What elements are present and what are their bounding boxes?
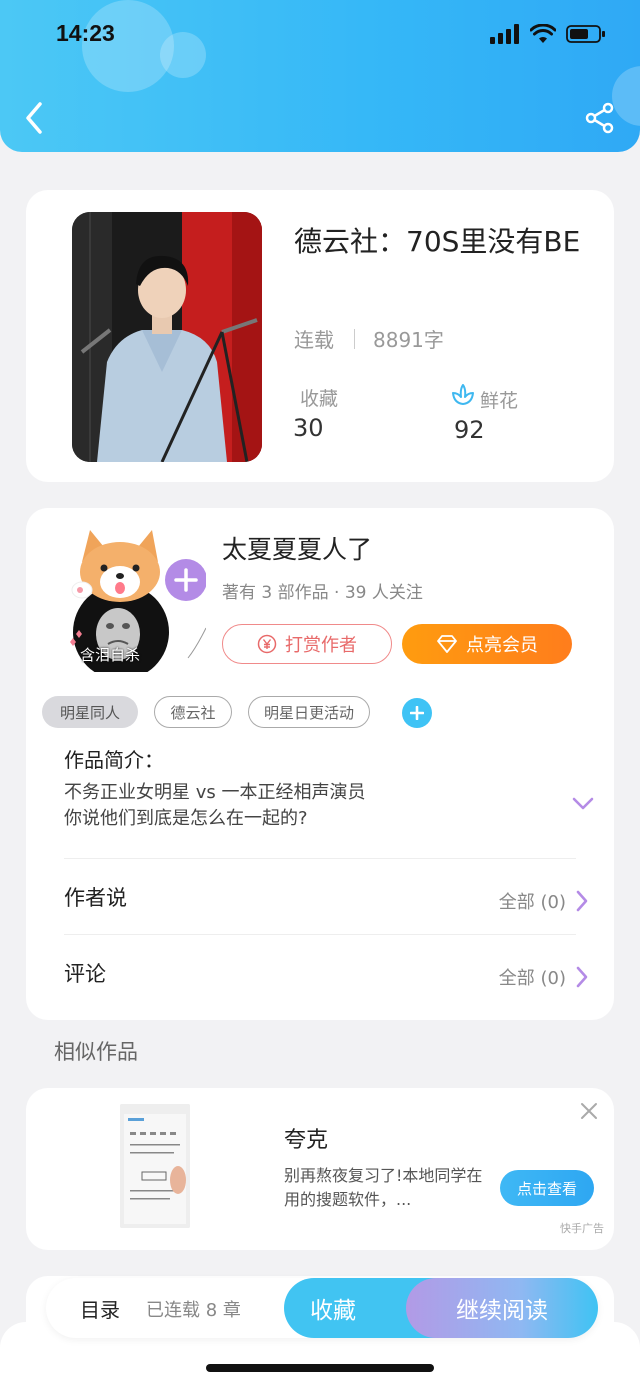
divider [64, 934, 576, 935]
book-status: 连载 [294, 328, 334, 352]
comments-label[interactable]: 评论 [64, 958, 106, 988]
header-bubble [160, 32, 206, 78]
wifi-icon [530, 24, 556, 43]
author-info: 著有 3 部作品 · 39 人关注 [222, 583, 423, 603]
status-icons [490, 24, 606, 44]
tag-chip[interactable]: 德云社 [154, 696, 232, 728]
tag-chip[interactable]: 明星日更活动 [248, 696, 370, 728]
comments-link[interactable]: 全部 (0) [499, 964, 588, 990]
author-says-count: 全部 (0) [498, 892, 566, 913]
home-indicator [206, 1364, 434, 1372]
intro-text: 不务正业女明星 vs 一本正经相声演员 你说他们到底是怎么在一起的? [64, 780, 524, 832]
chevron-right-icon [576, 966, 588, 988]
ad-title: 夸克 [284, 1128, 329, 1153]
ad-text: 别再熬夜复习了!本地同学在用的搜题软件，... [284, 1166, 483, 1209]
author-says-link[interactable]: 全部 (0) [499, 888, 588, 914]
meta-divider [354, 328, 355, 349]
similar-works-title: 相似作品 [54, 1040, 138, 1064]
flower-icon [452, 384, 474, 405]
word-count: 8891字 [373, 328, 444, 352]
header-bubble [612, 66, 640, 126]
plus-icon [410, 706, 424, 720]
flowers-count: 92 [454, 416, 485, 444]
add-tag-button[interactable] [402, 698, 432, 728]
back-arrow-icon[interactable] [20, 98, 52, 138]
intro-title: 作品简介： [64, 748, 164, 772]
favorites-label: 收藏 [300, 388, 339, 410]
author-card: 含泪自杀 太夏夏夏人了 著有 3 部作品 · 39 人关注 打赏作者 点亮会员 … [26, 508, 614, 1020]
book-meta: 连载 8891字 [294, 324, 444, 353]
intro-line: 不务正业女明星 vs 一本正经相声演员 [64, 782, 366, 803]
bottom-action-bar: 目录 已连载 8 章 收藏 继续阅读 [46, 1278, 598, 1338]
book-title: 德云社：70S里没有BE [294, 225, 581, 258]
tip-author-label: 打赏作者 [285, 635, 357, 656]
yen-icon [257, 634, 277, 654]
ad-source: 快手广告 [560, 1222, 604, 1235]
ad-thumbnail [120, 1104, 190, 1228]
tip-author-button[interactable]: 打赏作者 [222, 624, 392, 664]
comments-count: 全部 (0) [498, 968, 566, 989]
activate-vip-label: 点亮会员 [466, 635, 538, 656]
signal-icon [490, 24, 519, 44]
avatar-caption: 含泪自杀 [80, 646, 141, 664]
activate-vip-button[interactable]: 点亮会员 [402, 624, 572, 664]
close-icon[interactable] [580, 1102, 598, 1120]
author-says-label[interactable]: 作者说 [64, 882, 127, 912]
flowers-label: 鲜花 [480, 390, 519, 412]
author-avatar[interactable]: 含泪自杀 [56, 522, 207, 680]
continue-reading-button[interactable]: 继续阅读 [406, 1278, 598, 1338]
ad-view-button[interactable]: 点击查看 [500, 1170, 594, 1206]
divider [64, 858, 576, 859]
battery-icon [566, 25, 605, 43]
tag-chip[interactable]: 明星同人 [42, 696, 138, 728]
chapter-count: 已连载 8 章 [146, 1300, 241, 1321]
intro-line: 你说他们到底是怎么在一起的? [64, 808, 308, 829]
share-icon[interactable] [584, 102, 616, 134]
chevron-right-icon [576, 890, 588, 912]
favorites-count: 30 [293, 414, 324, 442]
book-cover-image [72, 212, 262, 462]
status-time: 14:23 [56, 20, 115, 46]
chevron-down-icon[interactable] [571, 796, 595, 812]
ad-card[interactable]: 夸克 别再熬夜复习了!本地同学在用的搜题软件，... 点击查看 快手广告 [26, 1088, 614, 1250]
diamond-icon [437, 635, 457, 653]
book-info-card: 德云社：70S里没有BE 连载 8891字 收藏 30 鲜花 92 [26, 190, 614, 482]
author-name[interactable]: 太夏夏夏人了 [222, 530, 372, 566]
top-header: 14:23 [0, 0, 640, 152]
toc-button[interactable]: 目录 [80, 1294, 120, 1323]
